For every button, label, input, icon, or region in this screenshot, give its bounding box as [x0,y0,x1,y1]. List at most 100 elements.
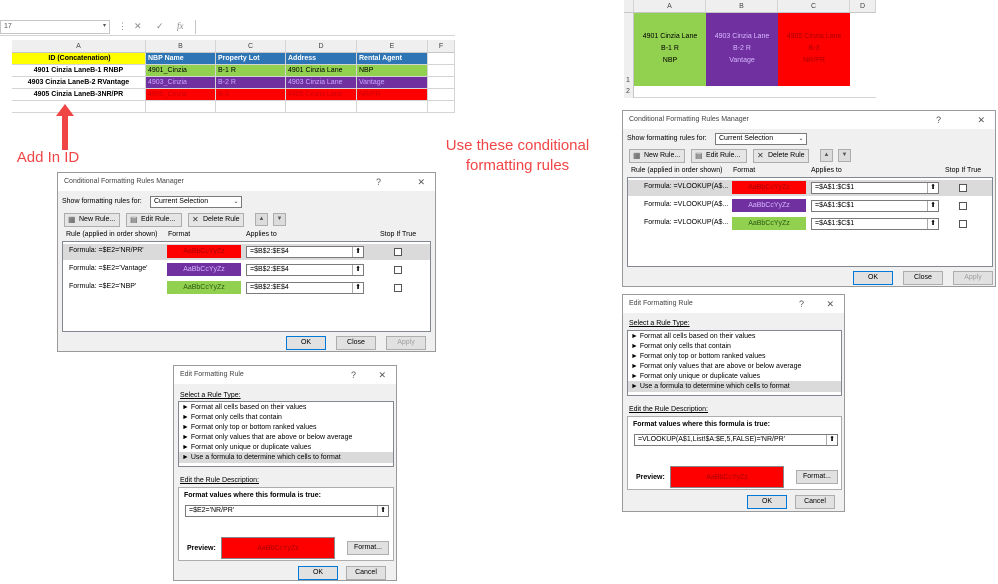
delete-rule-button[interactable]: ✕ Delete Rule [753,149,809,163]
applies-to-field[interactable]: =$B$2:$E$4 ⬆ [246,282,364,294]
cell-empty[interactable] [12,101,146,113]
col-header-c[interactable]: C [778,0,850,13]
collapse-icon[interactable]: ⬆ [377,506,388,516]
cell-property-lot[interactable]: B-3 [216,89,286,101]
col-header-f[interactable]: F [428,40,455,53]
cell-empty[interactable] [428,65,455,77]
cell-id[interactable]: 4901 Cinzia LaneB-1 RNBP [12,65,146,77]
applies-to-field[interactable]: =$A$1:$C$1 ⬆ [811,200,939,212]
cell-nbp-name[interactable]: 4901_Cinzia [146,65,216,77]
row-2-cells[interactable] [634,86,876,98]
col-header-d[interactable]: D [286,40,357,53]
close-icon[interactable]: ✕ [826,295,834,313]
cell-empty[interactable] [428,53,455,65]
apply-button[interactable]: Apply [386,336,426,350]
col-header-b[interactable]: B [146,40,216,53]
chevron-down-icon[interactable]: ▾ [103,22,106,29]
cell-b1[interactable]: 4903 Cinzia Lane B-2 R Vantage [706,13,778,86]
help-icon[interactable]: ? [799,295,804,313]
cancel-icon[interactable]: ✕ [134,21,142,32]
cell-address-header[interactable]: Address [286,53,357,65]
col-header-d[interactable]: D [850,0,876,13]
cell-address[interactable]: 4901 Cinzia Lane [286,65,357,77]
ok-button[interactable]: OK [853,271,893,285]
cell-nbp-name[interactable]: 4905_Cinzia [146,89,216,101]
close-icon[interactable]: ✕ [977,111,985,129]
collapse-icon[interactable]: ⬆ [927,183,938,193]
apply-button[interactable]: Apply [953,271,993,285]
cancel-button[interactable]: Cancel [795,495,835,509]
format-button[interactable]: Format... [347,541,389,555]
collapse-icon[interactable]: ⬆ [352,265,363,275]
cell-id-header[interactable]: ID (Concatenation) [12,53,146,65]
ok-button[interactable]: OK [298,566,338,580]
col-header-a[interactable]: A [12,40,146,53]
stop-if-true-checkbox[interactable] [394,266,402,274]
collapse-icon[interactable]: ⬆ [352,247,363,257]
select-all-corner[interactable] [624,0,634,13]
col-header-c[interactable]: C [216,40,286,53]
cell-id[interactable]: 4905 Cinzia LaneB-3NR/PR [12,89,146,101]
ok-button[interactable]: OK [747,495,787,509]
name-box[interactable]: 17 ▾ [0,20,110,34]
formula-field[interactable]: =VLOOKUP(A$1,List!$A:$E,5,FALSE)='NR/PR'… [634,434,838,446]
close-icon[interactable]: ✕ [378,366,386,384]
applies-to-field[interactable]: =$A$1:$C$1 ⬆ [811,182,939,194]
cell-rental-agent[interactable]: NR/PR [357,89,428,101]
collapse-icon[interactable]: ⬆ [826,435,837,445]
cell-nbp-header[interactable]: NBP Name [146,53,216,65]
move-down-button[interactable]: ▼ [838,149,851,162]
cell-empty[interactable] [216,101,286,113]
stop-if-true-checkbox[interactable] [959,202,967,210]
cell-empty[interactable] [357,101,428,113]
rule-type-item[interactable]: ► Use a formula to determine which cells… [179,452,393,463]
formula-field[interactable]: =$E2='NR/PR' ⬆ [185,505,389,517]
stop-if-true-checkbox[interactable] [959,220,967,228]
cell-agent-header[interactable]: Rental Agent [357,53,428,65]
cell-empty[interactable] [428,101,455,113]
edit-rule-button[interactable]: ▤ Edit Rule... [126,213,182,227]
show-rules-select[interactable]: Current Selection ⌄ [150,196,242,208]
format-button[interactable]: Format... [796,470,838,484]
cell-c1[interactable]: 4905 Cinzia Lane B-3 NR/PR [778,13,850,86]
col-header-b[interactable]: B [706,0,778,13]
move-down-button[interactable]: ▼ [273,213,286,226]
stop-if-true-checkbox[interactable] [394,248,402,256]
cell-property-lot[interactable]: B-2 R [216,77,286,89]
enter-icon[interactable]: ✓ [156,21,164,32]
cell-address[interactable]: 4905 Cinzia Lane [286,89,357,101]
stop-if-true-checkbox[interactable] [959,184,967,192]
cell-a1[interactable]: 4901 Cinzia Lane B-1 R NBP [634,13,706,86]
cell-rental-agent[interactable]: Vantage [357,77,428,89]
function-icon[interactable]: fx [177,21,184,31]
new-rule-button[interactable]: ▦ New Rule... [629,149,685,163]
help-icon[interactable]: ? [936,111,941,129]
collapse-icon[interactable]: ⬆ [927,219,938,229]
cell-lot-header[interactable]: Property Lot [216,53,286,65]
cell-address[interactable]: 4903 Cinzia Lane [286,77,357,89]
cell-id[interactable]: 4903 Cinzia LaneB-2 RVantage [12,77,146,89]
cell-empty[interactable] [428,77,455,89]
cell-nbp-name[interactable]: 4903_Cinzia [146,77,216,89]
edit-rule-button[interactable]: ▤ Edit Rule... [691,149,747,163]
delete-rule-button[interactable]: ✕ Delete Rule [188,213,244,227]
formula-input[interactable] [195,20,453,34]
cell-property-lot[interactable]: B-1 R [216,65,286,77]
row-header-2[interactable]: 2 [624,86,634,98]
close-icon[interactable]: ✕ [417,173,425,191]
move-up-button[interactable]: ▲ [820,149,833,162]
collapse-icon[interactable]: ⬆ [352,283,363,293]
help-icon[interactable]: ? [376,173,381,191]
applies-to-field[interactable]: =$A$1:$C$1 ⬆ [811,218,939,230]
cell-empty[interactable] [428,89,455,101]
cell-empty[interactable] [146,101,216,113]
row-header-1[interactable]: 1 [624,13,634,86]
applies-to-field[interactable]: =$B$2:$E$4 ⬆ [246,246,364,258]
close-button[interactable]: Close [903,271,943,285]
col-header-a[interactable]: A [634,0,706,13]
col-header-e[interactable]: E [357,40,428,53]
ok-button[interactable]: OK [286,336,326,350]
move-up-button[interactable]: ▲ [255,213,268,226]
cancel-button[interactable]: Cancel [346,566,386,580]
applies-to-field[interactable]: =$B$2:$E$4 ⬆ [246,264,364,276]
